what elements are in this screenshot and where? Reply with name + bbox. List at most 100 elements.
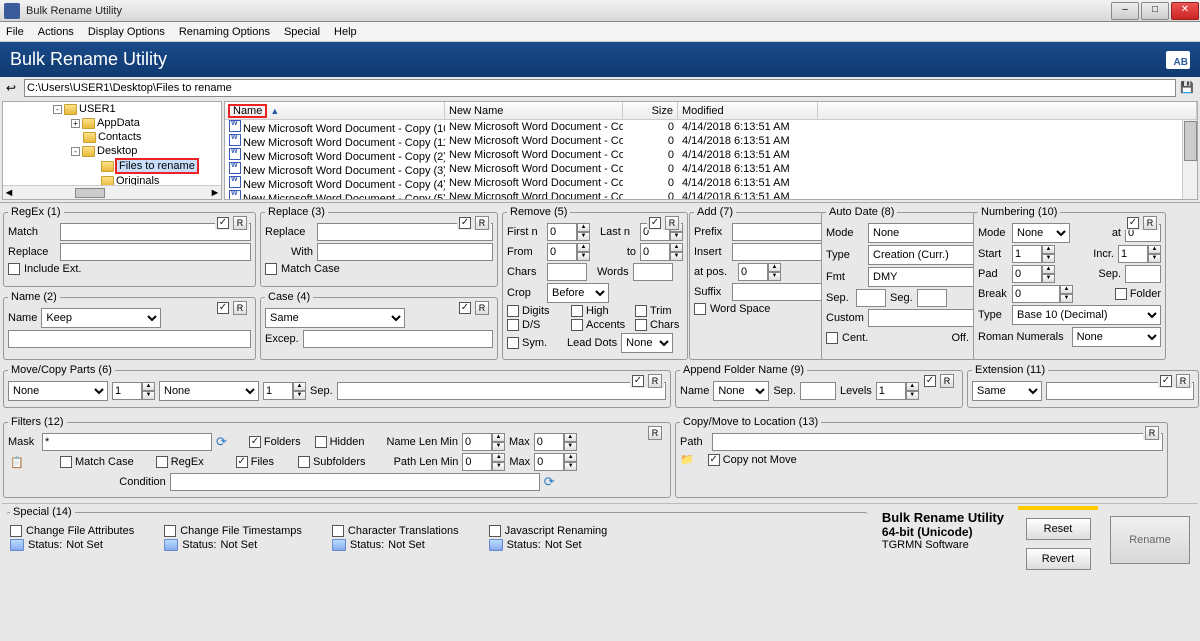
- name-reset[interactable]: R: [233, 301, 247, 315]
- path-input[interactable]: [24, 79, 1176, 97]
- movecopy-from-spin[interactable]: ▲▼: [112, 382, 155, 400]
- movecopy-to-spin[interactable]: ▲▼: [263, 382, 306, 400]
- appendfolder-enable-check[interactable]: [924, 375, 936, 387]
- remove-trim-check[interactable]: [635, 305, 647, 317]
- extension-reset[interactable]: R: [1176, 374, 1190, 388]
- remove-chars-input[interactable]: [547, 263, 587, 281]
- name-enable-check[interactable]: [217, 302, 229, 314]
- remove-enable-check[interactable]: [649, 217, 661, 229]
- special-cft-check[interactable]: [164, 525, 176, 537]
- tree-hscroll[interactable]: ◄►: [3, 185, 221, 199]
- filters-matchcase-check[interactable]: [60, 456, 72, 468]
- remove-sym-check[interactable]: [507, 337, 519, 349]
- file-list-vscroll[interactable]: [1182, 120, 1197, 199]
- path-save-icon[interactable]: [1180, 81, 1194, 95]
- copymove-copynotmove-check[interactable]: [708, 454, 720, 466]
- col-size[interactable]: Size: [623, 102, 678, 119]
- regex-include-ext-check[interactable]: [8, 263, 20, 275]
- refresh-icon[interactable]: [216, 434, 227, 450]
- filters-regex-check[interactable]: [156, 456, 168, 468]
- numbering-pad-spin[interactable]: ▲▼: [1012, 265, 1055, 283]
- tree-contacts[interactable]: Contacts: [98, 131, 141, 143]
- name-select[interactable]: Keep: [41, 308, 161, 328]
- numbering-sep-input[interactable]: [1125, 265, 1161, 283]
- filters-newfilter-icon[interactable]: 📋: [8, 456, 26, 469]
- add-atpos-spin[interactable]: ▲▼: [738, 263, 781, 281]
- menu-special[interactable]: Special: [284, 26, 320, 38]
- remove-leaddots-select[interactable]: None: [621, 333, 673, 353]
- remove-high-check[interactable]: [571, 305, 583, 317]
- filters-pathlenmin-spin[interactable]: ▲▼: [462, 453, 505, 471]
- filters-condition-input[interactable]: [170, 473, 540, 491]
- col-name[interactable]: Name▲: [225, 102, 445, 119]
- folder-tree[interactable]: -USER1 +AppData Contacts -Desktop Files …: [2, 101, 222, 200]
- autodate-cent-check[interactable]: [826, 332, 838, 344]
- reset-button[interactable]: Reset: [1026, 518, 1091, 540]
- file-row[interactable]: New Microsoft Word Document - Copy (5).d…: [225, 190, 1197, 200]
- numbering-roman-select[interactable]: None: [1072, 327, 1161, 347]
- filters-namelenmin-spin[interactable]: ▲▼: [462, 433, 505, 451]
- filters-mask-input[interactable]: [42, 433, 212, 451]
- regex-reset[interactable]: R: [233, 216, 247, 230]
- minimize-button[interactable]: –: [1111, 2, 1139, 20]
- revert-button[interactable]: Revert: [1026, 548, 1091, 570]
- file-list[interactable]: Name▲ New Name Size Modified New Microso…: [224, 101, 1198, 200]
- replace-matchcase-check[interactable]: [265, 263, 277, 275]
- remove-to-spin[interactable]: ▲▼: [640, 243, 683, 261]
- appendfolder-reset[interactable]: R: [940, 374, 954, 388]
- maximize-button[interactable]: □: [1141, 2, 1169, 20]
- menu-file[interactable]: File: [6, 26, 24, 38]
- file-row[interactable]: New Microsoft Word Document - Copy (10).…: [225, 120, 1197, 134]
- tree-files-to-rename[interactable]: Files to rename: [116, 159, 198, 173]
- replace-with-input[interactable]: [317, 243, 493, 261]
- col-modified[interactable]: Modified: [678, 102, 818, 119]
- remove-digits-check[interactable]: [507, 305, 519, 317]
- col-newname[interactable]: New Name: [445, 102, 623, 119]
- autodate-sep-input[interactable]: [856, 289, 886, 307]
- file-row[interactable]: New Microsoft Word Document - Copy (3).d…: [225, 162, 1197, 176]
- menu-display-options[interactable]: Display Options: [88, 26, 165, 38]
- close-button[interactable]: ✕: [1171, 2, 1199, 20]
- browse-folder-icon[interactable]: 📁: [680, 453, 694, 466]
- numbering-enable-check[interactable]: [1127, 217, 1139, 229]
- javascript-icon[interactable]: [489, 539, 503, 551]
- copymove-reset[interactable]: R: [1145, 426, 1159, 440]
- numbering-break-spin[interactable]: ▲▼: [1012, 285, 1073, 303]
- numbering-folder-check[interactable]: [1115, 288, 1127, 300]
- path-up-icon[interactable]: [6, 81, 20, 95]
- special-ct-check[interactable]: [332, 525, 344, 537]
- translations-icon[interactable]: [332, 539, 346, 551]
- tree-desktop[interactable]: Desktop: [97, 145, 137, 157]
- special-jr-check[interactable]: [489, 525, 501, 537]
- rename-button[interactable]: Rename: [1110, 516, 1190, 564]
- extension-enable-check[interactable]: [1160, 375, 1172, 387]
- file-row[interactable]: New Microsoft Word Document - Copy (4).d…: [225, 176, 1197, 190]
- remove-firstn-spin[interactable]: ▲▼: [547, 223, 590, 241]
- movecopy-reset[interactable]: R: [648, 374, 662, 388]
- remove-from-spin[interactable]: ▲▼: [547, 243, 590, 261]
- file-row[interactable]: New Microsoft Word Document - Copy (11).…: [225, 134, 1197, 148]
- filters-files-check[interactable]: [236, 456, 248, 468]
- numbering-type-select[interactable]: Base 10 (Decimal): [1012, 305, 1161, 325]
- copymove-path-input[interactable]: [712, 433, 1163, 451]
- special-cfa-check[interactable]: [10, 525, 22, 537]
- tree-expand[interactable]: -: [53, 105, 62, 114]
- movecopy-enable-check[interactable]: [632, 375, 644, 387]
- refresh-icon[interactable]: [544, 474, 555, 490]
- movecopy-from-select[interactable]: None: [8, 381, 108, 401]
- case-reset[interactable]: R: [475, 301, 489, 315]
- numbering-reset[interactable]: R: [1143, 216, 1157, 230]
- numbering-incr-spin[interactable]: ▲▼: [1118, 245, 1161, 263]
- remove-ds-check[interactable]: [507, 319, 519, 331]
- add-wordspace-check[interactable]: [694, 303, 706, 315]
- remove-accents-check[interactable]: [571, 319, 583, 331]
- numbering-mode-select[interactable]: None: [1012, 223, 1070, 243]
- regex-replace-input[interactable]: [60, 243, 251, 261]
- replace-reset[interactable]: R: [475, 216, 489, 230]
- case-enable-check[interactable]: [459, 302, 471, 314]
- file-row[interactable]: New Microsoft Word Document - Copy (2).d…: [225, 148, 1197, 162]
- appendfolder-levels-spin[interactable]: ▲▼: [876, 382, 919, 400]
- tree-expand[interactable]: -: [71, 147, 80, 156]
- filters-namemax-spin[interactable]: ▲▼: [534, 433, 577, 451]
- replace-enable-check[interactable]: [459, 217, 471, 229]
